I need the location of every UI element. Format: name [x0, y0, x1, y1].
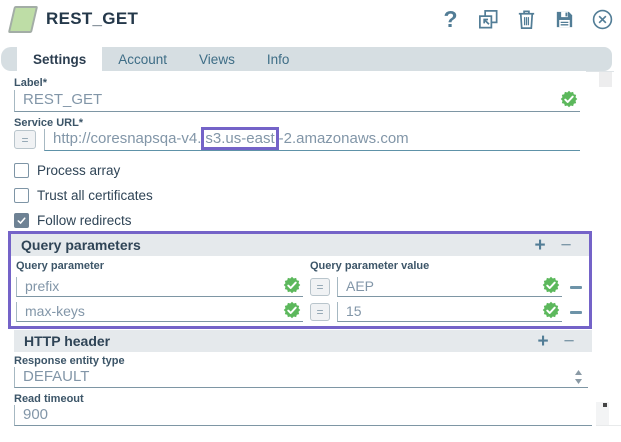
- save-icon[interactable]: [553, 8, 576, 31]
- query-parameter-input[interactable]: max-keys: [16, 301, 303, 322]
- scrollbar-arrow-icon: [603, 403, 607, 407]
- checkbox-follow-redirects[interactable]: Follow redirects: [14, 212, 132, 229]
- expression-toggle-button[interactable]: =: [310, 303, 330, 321]
- tab-bar: Settings Account Views Info: [1, 47, 612, 71]
- scroll-track-edge: [596, 425, 621, 426]
- add-row-button[interactable]: +: [530, 332, 556, 351]
- section-title: Query parameters: [21, 237, 141, 253]
- query-parameter-value-input[interactable]: 15: [337, 301, 562, 322]
- checkbox-icon: [14, 188, 29, 203]
- query-parameter-value-text: prefix: [25, 278, 60, 294]
- tab-info[interactable]: Info: [251, 47, 306, 71]
- valid-badge-icon: [542, 276, 560, 294]
- valid-badge-icon: [560, 90, 578, 108]
- remove-row-button[interactable]: −: [553, 236, 579, 255]
- query-value-text: AEP: [346, 278, 375, 294]
- label-value: REST_GET: [23, 91, 103, 108]
- spinner-arrows-icon[interactable]: [574, 369, 583, 391]
- service-url-label: Service URL*: [14, 117, 84, 129]
- checkbox-label: Process array: [37, 163, 121, 178]
- url-text-prefix: http://coresnapsqa-v4.: [53, 130, 202, 147]
- dialog-title: REST_GET: [46, 9, 139, 28]
- read-timeout-label: Read timeout: [14, 393, 84, 405]
- popout-icon[interactable]: [477, 8, 500, 31]
- expression-toggle-button[interactable]: =: [14, 130, 36, 149]
- read-timeout-input[interactable]: 900: [14, 405, 592, 426]
- column-header: Query parameter: [16, 260, 105, 272]
- section-title: HTTP header: [24, 333, 111, 349]
- snap-settings-dialog: REST_GET ? Settings Account Views Info L…: [0, 0, 621, 442]
- scrollbar-thumb[interactable]: [599, 72, 612, 87]
- tab-views[interactable]: Views: [183, 47, 251, 71]
- response-entity-type-value: DEFAULT: [23, 368, 90, 385]
- tab-settings[interactable]: Settings: [17, 47, 103, 71]
- service-url-input[interactable]: http://coresnapsqa-v4. s3.us-east -2.amazo…: [44, 127, 580, 151]
- query-parameter-input[interactable]: prefix: [16, 276, 303, 297]
- http-header-section: HTTP header + −: [14, 330, 592, 352]
- checkbox-process-array[interactable]: Process array: [14, 162, 120, 179]
- read-timeout-value: 900: [23, 406, 49, 423]
- query-parameters-header: Query parameters + −: [11, 234, 589, 256]
- url-highlight-annotation: s3.us-east: [201, 127, 279, 150]
- add-row-button[interactable]: +: [527, 236, 553, 255]
- snap-type-icon: [7, 6, 39, 33]
- valid-badge-icon: [283, 301, 301, 319]
- url-text-suffix: -2.amazonaws.com: [278, 130, 409, 147]
- table-row: prefix = AEP: [11, 276, 589, 297]
- tab-account[interactable]: Account: [102, 47, 183, 71]
- label-input[interactable]: REST_GET: [14, 90, 580, 112]
- checkbox-label: Trust all certificates: [37, 188, 153, 203]
- query-parameter-value-input[interactable]: AEP: [337, 276, 562, 297]
- help-icon[interactable]: ?: [439, 7, 462, 31]
- response-entity-type-label: Response entity type: [14, 355, 125, 367]
- remove-row-button[interactable]: −: [556, 332, 582, 351]
- checkbox-trust-certificates[interactable]: Trust all certificates: [14, 187, 153, 204]
- label-field-label: Label*: [14, 77, 48, 89]
- query-parameters-section: Query parameters + − Query parameter Que…: [8, 231, 592, 329]
- valid-badge-icon: [283, 276, 301, 294]
- valid-badge-icon: [542, 301, 560, 319]
- delete-row-button[interactable]: [570, 285, 582, 289]
- query-value-text: 15: [346, 303, 362, 319]
- dialog-toolbar: ?: [439, 5, 614, 33]
- query-parameter-value-text: max-keys: [25, 303, 85, 319]
- expression-toggle-button[interactable]: =: [310, 278, 330, 296]
- checkbox-label: Follow redirects: [37, 213, 132, 228]
- table-row: max-keys = 15: [11, 301, 589, 322]
- query-parameters-columns: Query parameter Query parameter value: [11, 260, 589, 272]
- response-entity-type-select[interactable]: DEFAULT: [14, 367, 588, 388]
- delete-row-button[interactable]: [570, 310, 582, 314]
- checkbox-icon: [14, 213, 29, 228]
- trash-icon[interactable]: [515, 8, 538, 31]
- column-header: Query parameter value: [310, 260, 430, 272]
- close-icon[interactable]: [591, 8, 614, 31]
- checkbox-icon: [14, 163, 29, 178]
